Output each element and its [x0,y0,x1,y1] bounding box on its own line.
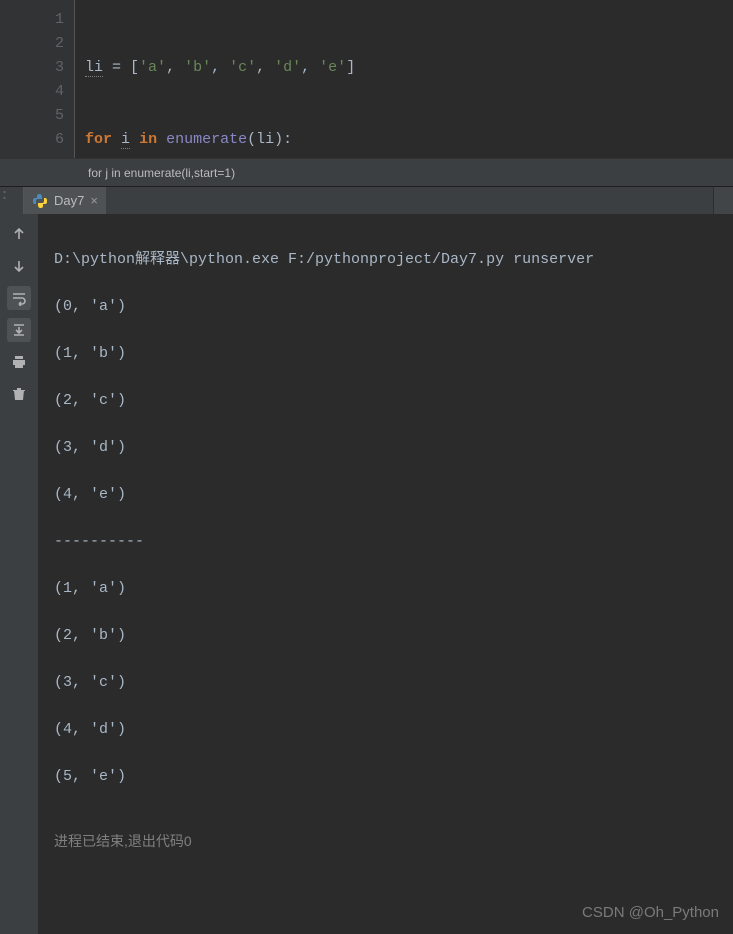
arrow-down-icon[interactable] [7,254,31,278]
line-number: 6 [0,128,64,152]
line-number: 3 [0,56,64,80]
code-line: for i in enumerate(li): [85,128,733,152]
console-line: (4, 'd') [54,718,717,742]
run-toolbar [0,214,38,934]
line-number: 1 [0,8,64,32]
console-line: (1, 'b') [54,342,717,366]
console-line: (1, 'a') [54,577,717,601]
console-line: D:\python解释器\python.exe F:/pythonproject… [54,248,717,272]
console-line: (4, 'e') [54,483,717,507]
tab-bar-end [713,187,733,215]
tab-label: Day7 [54,193,84,208]
scroll-to-end-icon[interactable] [7,318,31,342]
print-icon[interactable] [7,350,31,374]
console-line: (2, 'c') [54,389,717,413]
arrow-up-icon[interactable] [7,222,31,246]
breadcrumb[interactable]: for j in enumerate(li,start=1) [0,158,733,186]
code-content[interactable]: li = ['a', 'b', 'c', 'd', 'e'] for i in … [75,0,733,158]
python-file-icon [32,193,48,209]
console-line: (3, 'd') [54,436,717,460]
code-editor[interactable]: 1 2 3 4 5 6 li = ['a', 'b', 'c', 'd', 'e… [0,0,733,158]
run-tab-bar: : Day7 × [0,186,733,214]
exit-message: 进程已结束,退出代码0 [54,830,717,854]
console-line: (3, 'c') [54,671,717,695]
tab-bar-left: : [0,187,24,215]
trash-icon[interactable] [7,382,31,406]
console-line: (0, 'a') [54,295,717,319]
watermark: CSDN @Oh_Python [582,901,719,925]
line-number: 4 [0,80,64,104]
console-output[interactable]: D:\python解释器\python.exe F:/pythonproject… [38,214,733,934]
console-line: (2, 'b') [54,624,717,648]
soft-wrap-icon[interactable] [7,286,31,310]
run-tool-window: D:\python解释器\python.exe F:/pythonproject… [0,214,733,934]
console-line: (5, 'e') [54,765,717,789]
code-line: li = ['a', 'b', 'c', 'd', 'e'] [85,56,733,80]
close-icon[interactable]: × [90,193,98,208]
line-number-gutter: 1 2 3 4 5 6 [0,0,75,158]
line-number: 5 [0,104,64,128]
console-line: ---------- [54,530,717,554]
line-number: 2 [0,32,64,56]
tab-day7[interactable]: Day7 × [24,187,106,215]
